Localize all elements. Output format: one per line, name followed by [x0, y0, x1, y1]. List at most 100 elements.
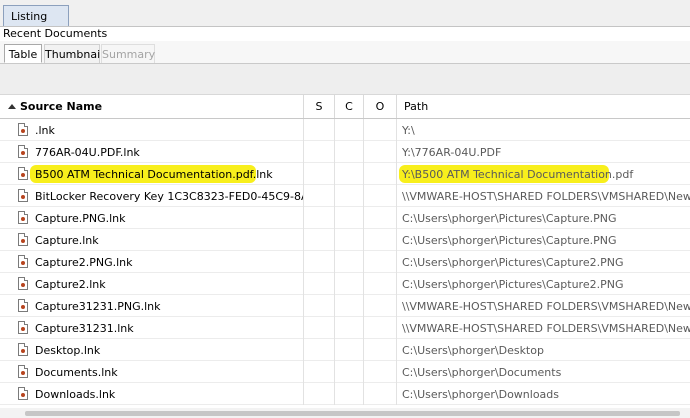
cell-c — [335, 295, 364, 317]
toolbar-area — [0, 64, 690, 95]
cell-o — [364, 185, 397, 207]
cell-path: C:\Users\phorger\Documents — [397, 361, 690, 383]
cell-path: \\VMWARE-HOST\SHARED FOLDERS\VMSHARED\Ne… — [397, 185, 690, 207]
source-name-text: Capture2.PNG.lnk — [35, 256, 133, 269]
table-row[interactable]: Downloads.lnk C:\Users\phorger\Downloads — [0, 383, 690, 405]
cell-o — [364, 295, 397, 317]
cell-c — [335, 317, 364, 339]
path-text: Y:\ — [402, 124, 415, 137]
cell-path: C:\Users\phorger\Desktop — [397, 339, 690, 361]
horizontal-scrollbar[interactable] — [0, 408, 690, 418]
path-text: Y:\B500 ATM Technical Documentation.pdf — [402, 168, 634, 181]
lnk-file-icon — [18, 167, 28, 180]
table-row[interactable]: Documents.lnk C:\Users\phorger\Documents — [0, 361, 690, 383]
cell-source-name: Documents.lnk — [0, 361, 304, 383]
source-name-text: Documents.lnk — [35, 366, 118, 379]
source-name-text: 776AR-04U.PDF.lnk — [35, 146, 140, 159]
sort-ascending-icon — [8, 104, 16, 109]
path-text: C:\Users\phorger\Downloads — [402, 388, 560, 401]
cell-o — [364, 383, 397, 405]
cell-source-name: Capture31231.lnk — [0, 317, 304, 339]
table-row[interactable]: 776AR-04U.PDF.lnk Y:\776AR-04U.PDF — [0, 141, 690, 163]
lnk-file-icon — [18, 145, 28, 158]
cell-c — [335, 229, 364, 251]
cell-s — [304, 229, 335, 251]
top-tab-strip: Listing — [0, 0, 690, 27]
lnk-file-icon — [18, 387, 28, 400]
cell-path: Y:\ — [397, 119, 690, 141]
table-row[interactable]: Capture2.lnk C:\Users\phorger\Pictures\Ca… — [0, 273, 690, 295]
column-header-source-name[interactable]: Source Name — [0, 95, 304, 118]
column-header-label: Source Name — [20, 100, 103, 113]
path-text: C:\Users\phorger\Pictures\Capture2.PNG — [402, 256, 624, 269]
cell-s — [304, 141, 335, 163]
cell-c — [335, 251, 364, 273]
cell-source-name: Capture2.PNG.lnk — [0, 251, 304, 273]
path-text: C:\Users\phorger\Pictures\Capture2.PNG — [402, 278, 624, 291]
table-row[interactable]: .lnk Y:\ — [0, 119, 690, 141]
cell-o — [364, 251, 397, 273]
cell-path: \\VMWARE-HOST\SHARED FOLDERS\VMSHARED\Ne… — [397, 317, 690, 339]
cell-path: \\VMWARE-HOST\SHARED FOLDERS\VMSHARED\Ne… — [397, 295, 690, 317]
cell-source-name: Desktop.lnk — [0, 339, 304, 361]
cell-path: Y:\776AR-04U.PDF — [397, 141, 690, 163]
cell-c — [335, 163, 364, 185]
cell-source-name: BitLocker Recovery Key 1C3C8323-FED0-45C… — [0, 185, 304, 207]
column-header-c[interactable]: C — [335, 95, 364, 118]
tab-listing[interactable]: Listing — [3, 5, 69, 26]
cell-o — [364, 339, 397, 361]
cell-source-name: 776AR-04U.PDF.lnk — [0, 141, 304, 163]
table-row[interactable]: Capture31231.lnk \\VMWARE-HOST\SHARED FOL… — [0, 317, 690, 339]
cell-path: C:\Users\phorger\Pictures\Capture2.PNG — [397, 273, 690, 295]
column-header-path[interactable]: Path — [397, 95, 690, 118]
cell-source-name: Capture2.lnk — [0, 273, 304, 295]
column-header-s[interactable]: S — [304, 95, 335, 118]
cell-source-name: Capture.PNG.lnk — [0, 207, 304, 229]
cell-source-name: B500 ATM Technical Documentation.pdf.lnk — [0, 163, 304, 185]
column-header-o[interactable]: O — [364, 95, 397, 118]
tab-table[interactable]: Table — [4, 44, 42, 63]
cell-path: Y:\B500 ATM Technical Documentation.pdf — [397, 163, 690, 185]
cell-o — [364, 207, 397, 229]
table-row[interactable]: Capture31231.PNG.lnk \\VMWARE-HOST\SHARED… — [0, 295, 690, 317]
lnk-file-icon — [18, 365, 28, 378]
table-row[interactable]: BitLocker Recovery Key 1C3C8323-FED0-45C… — [0, 185, 690, 207]
table-row[interactable]: Capture.PNG.lnk C:\Users\phorger\Pictures… — [0, 207, 690, 229]
tab-summary: Summary — [101, 44, 155, 63]
lnk-file-icon — [18, 123, 28, 136]
cell-c — [335, 383, 364, 405]
cell-s — [304, 251, 335, 273]
table-row[interactable]: Capture.lnk C:\Users\phorger\Pictures\Cap… — [0, 229, 690, 251]
path-text: C:\Users\phorger\Pictures\Capture.PNG — [402, 212, 617, 225]
table-row[interactable]: Desktop.lnk C:\Users\phorger\Desktop — [0, 339, 690, 361]
cell-o — [364, 163, 397, 185]
lnk-file-icon — [18, 299, 28, 312]
cell-c — [335, 141, 364, 163]
cell-o — [364, 317, 397, 339]
panel-title: Recent Documents — [3, 27, 108, 40]
cell-c — [335, 273, 364, 295]
table-row[interactable]: Capture2.PNG.lnk C:\Users\phorger\Picture… — [0, 251, 690, 273]
path-text: \\VMWARE-HOST\SHARED FOLDERS\VMSHARED\Ne… — [402, 322, 690, 335]
cell-c — [335, 119, 364, 141]
cell-o — [364, 229, 397, 251]
tab-thumbnail[interactable]: Thumbnail — [44, 44, 103, 63]
table-body: .lnk Y:\ 776AR-04U.PDF.lnk Y:\776AR-04U.PDF… — [0, 119, 690, 405]
lnk-file-icon — [18, 343, 28, 356]
cell-path: C:\Users\phorger\Downloads — [397, 383, 690, 405]
path-text: C:\Users\phorger\Desktop — [402, 344, 544, 357]
cell-path: C:\Users\phorger\Pictures\Capture.PNG — [397, 207, 690, 229]
cell-c — [335, 207, 364, 229]
cell-source-name: Capture31231.PNG.lnk — [0, 295, 304, 317]
cell-c — [335, 339, 364, 361]
lnk-file-icon — [18, 255, 28, 268]
cell-o — [364, 119, 397, 141]
cell-s — [304, 207, 335, 229]
scrollbar-thumb[interactable] — [25, 411, 680, 416]
table-row[interactable]: B500 ATM Technical Documentation.pdf.lnk… — [0, 163, 690, 185]
source-name-text: Capture31231.lnk — [35, 322, 134, 335]
cell-s — [304, 119, 335, 141]
source-name-text: Downloads.lnk — [35, 388, 116, 401]
source-name-text: Capture.lnk — [35, 234, 99, 247]
cell-o — [364, 361, 397, 383]
